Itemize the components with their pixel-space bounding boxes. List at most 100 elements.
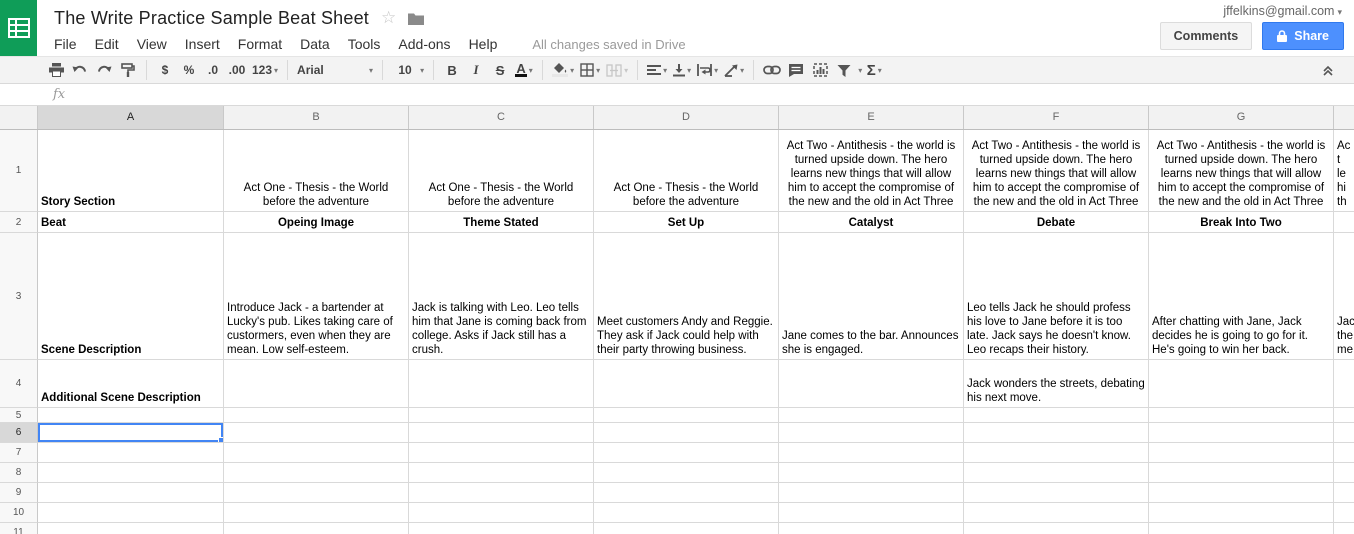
cell-C7[interactable] <box>409 443 594 463</box>
cell-H7[interactable] <box>1334 443 1354 463</box>
column-header-G[interactable]: G <box>1149 106 1334 129</box>
font-family-selector[interactable]: Arial ▾ <box>294 58 376 82</box>
cell-F1[interactable]: Act Two - Antithesis - the world is turn… <box>964 130 1149 212</box>
cell-F8[interactable] <box>964 463 1149 483</box>
cell-H6[interactable] <box>1334 423 1354 443</box>
cell-G10[interactable] <box>1149 503 1334 523</box>
cell-B5[interactable] <box>224 408 409 423</box>
cell-D2[interactable]: Set Up <box>594 212 779 233</box>
cell-F7[interactable] <box>964 443 1149 463</box>
strikethrough-button[interactable]: S <box>488 58 512 82</box>
row-header-10[interactable]: 10 <box>0 503 38 523</box>
increase-decimal-button[interactable]: .00 <box>225 58 249 82</box>
insert-chart-button[interactable] <box>808 58 832 82</box>
merge-cells-button[interactable]: ▾ <box>603 58 631 82</box>
column-header-D[interactable]: D <box>594 106 779 129</box>
hide-menus-button[interactable] <box>1316 58 1340 82</box>
cell-F2[interactable]: Debate <box>964 212 1149 233</box>
insert-comment-button[interactable] <box>784 58 808 82</box>
cell-D1[interactable]: Act One - Thesis - the World before the … <box>594 130 779 212</box>
cell-F6[interactable] <box>964 423 1149 443</box>
fill-color-button[interactable]: ▾ <box>549 58 577 82</box>
document-title[interactable]: The Write Practice Sample Beat Sheet <box>54 8 369 29</box>
cell-B2[interactable]: Opeing Image <box>224 212 409 233</box>
cell-C2[interactable]: Theme Stated <box>409 212 594 233</box>
cell-A9[interactable] <box>38 483 224 503</box>
bold-button[interactable]: B <box>440 58 464 82</box>
print-button[interactable] <box>44 58 68 82</box>
cell-E4[interactable] <box>779 360 964 408</box>
cell-D11[interactable] <box>594 523 779 534</box>
more-formats-button[interactable]: 123 ▾ <box>249 58 281 82</box>
cell-E3[interactable]: Jane comes to the bar. Announces she is … <box>779 233 964 360</box>
filter-button[interactable] <box>832 58 856 82</box>
cell-G6[interactable] <box>1149 423 1334 443</box>
folder-icon[interactable] <box>408 12 425 25</box>
cell-D3[interactable]: Meet customers Andy and Reggie. They ask… <box>594 233 779 360</box>
format-currency-button[interactable]: $ <box>153 58 177 82</box>
column-header-F[interactable]: F <box>964 106 1149 129</box>
format-percent-button[interactable]: % <box>177 58 201 82</box>
cell-F9[interactable] <box>964 483 1149 503</box>
cell-H9[interactable] <box>1334 483 1354 503</box>
cell-E10[interactable] <box>779 503 964 523</box>
account-menu[interactable]: jffelkins@gmail.com ▾ <box>1160 4 1342 18</box>
cell-D8[interactable] <box>594 463 779 483</box>
text-wrap-button[interactable]: ▾ <box>694 58 721 82</box>
italic-button[interactable]: I <box>464 58 488 82</box>
menu-view[interactable]: View <box>128 36 176 52</box>
row-header-7[interactable]: 7 <box>0 443 38 463</box>
column-header-A[interactable]: A <box>38 106 224 129</box>
cell-C11[interactable] <box>409 523 594 534</box>
cell-E7[interactable] <box>779 443 964 463</box>
cell-A1[interactable]: Story Section <box>38 130 224 212</box>
menu-file[interactable]: File <box>54 36 86 52</box>
cell-F3[interactable]: Leo tells Jack he should profess his lov… <box>964 233 1149 360</box>
cell-B7[interactable] <box>224 443 409 463</box>
cell-A7[interactable] <box>38 443 224 463</box>
row-header-6[interactable]: 6 <box>0 423 38 443</box>
cell-A6[interactable] <box>38 423 224 443</box>
row-header-8[interactable]: 8 <box>0 463 38 483</box>
text-color-button[interactable]: A ▾ <box>512 58 536 82</box>
comments-button[interactable]: Comments <box>1159 22 1253 50</box>
formula-input[interactable] <box>65 84 1354 105</box>
cell-G5[interactable] <box>1149 408 1334 423</box>
decrease-decimal-button[interactable]: .0 <box>201 58 225 82</box>
cell-B10[interactable] <box>224 503 409 523</box>
cell-C1[interactable]: Act One - Thesis - the World before the … <box>409 130 594 212</box>
column-header-E[interactable]: E <box>779 106 964 129</box>
cell-H2[interactable] <box>1334 212 1354 233</box>
menu-help[interactable]: Help <box>460 36 507 52</box>
vertical-align-button[interactable]: ▾ <box>670 58 694 82</box>
menu-edit[interactable]: Edit <box>86 36 128 52</box>
cell-B4[interactable] <box>224 360 409 408</box>
cell-C8[interactable] <box>409 463 594 483</box>
select-all-corner[interactable] <box>0 106 38 129</box>
cell-E11[interactable] <box>779 523 964 534</box>
row-header-5[interactable]: 5 <box>0 408 38 423</box>
functions-button[interactable]: Σ ▾ <box>862 58 886 82</box>
cell-H11[interactable] <box>1334 523 1354 534</box>
cell-E8[interactable] <box>779 463 964 483</box>
cell-C4[interactable] <box>409 360 594 408</box>
cell-F10[interactable] <box>964 503 1149 523</box>
cell-G9[interactable] <box>1149 483 1334 503</box>
row-header-11[interactable]: 11 <box>0 523 38 534</box>
redo-button[interactable] <box>92 58 116 82</box>
menu-addons[interactable]: Add-ons <box>389 36 459 52</box>
cell-A10[interactable] <box>38 503 224 523</box>
cell-C9[interactable] <box>409 483 594 503</box>
cell-C6[interactable] <box>409 423 594 443</box>
borders-button[interactable]: ▾ <box>577 58 603 82</box>
share-button[interactable]: Share <box>1262 22 1344 50</box>
cell-H4[interactable] <box>1334 360 1354 408</box>
cell-D4[interactable] <box>594 360 779 408</box>
cell-D9[interactable] <box>594 483 779 503</box>
horizontal-align-button[interactable]: ▾ <box>644 58 670 82</box>
menu-tools[interactable]: Tools <box>339 36 390 52</box>
star-icon[interactable]: ☆ <box>381 8 396 28</box>
row-header-2[interactable]: 2 <box>0 212 38 233</box>
cell-G11[interactable] <box>1149 523 1334 534</box>
paint-format-button[interactable] <box>116 58 140 82</box>
